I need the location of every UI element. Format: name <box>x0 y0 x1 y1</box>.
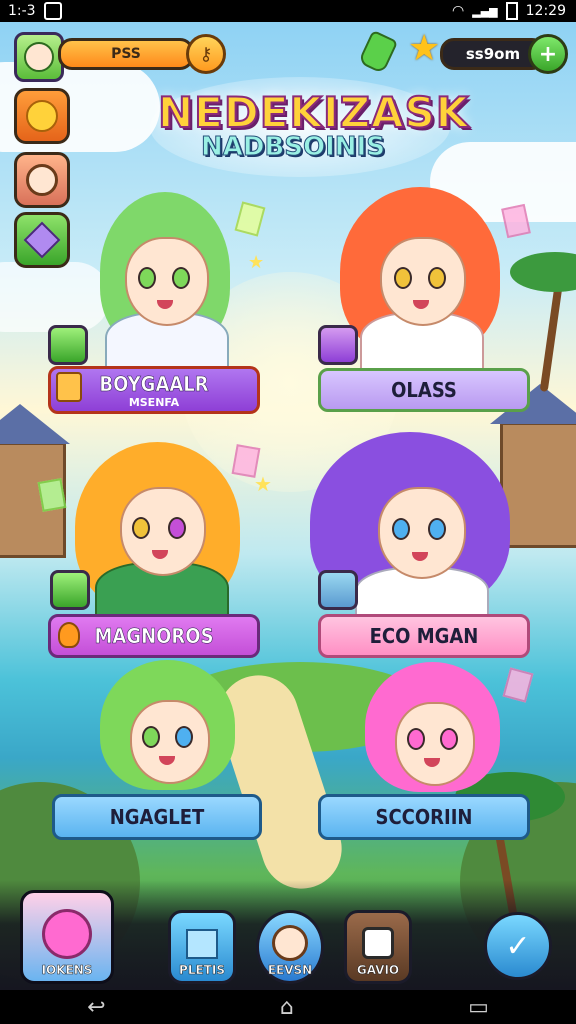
bottom-nav: IOKENS PLETIS EEVSN GAVIO ✓ <box>0 880 576 990</box>
character-4-eye <box>392 518 410 540</box>
character-5-eye <box>142 726 160 748</box>
card-icon <box>37 478 67 512</box>
character-2-badge <box>318 325 358 365</box>
nav-eevsn-button[interactable]: EEVSN <box>256 910 324 984</box>
key-icon: ⚷ <box>199 43 213 65</box>
nav-tokens-label: IOKENS <box>41 963 93 978</box>
checkmark-icon: ✓ <box>505 928 531 964</box>
character-1-name: BOYGAALR <box>99 371 209 396</box>
character-6-eye <box>440 728 458 750</box>
player-avatar[interactable] <box>14 32 64 82</box>
tokens-avatar-icon <box>42 909 92 959</box>
character-6-eye <box>407 728 425 750</box>
character-1-plate-icon <box>56 372 82 402</box>
character-3-name: MAGNOROS <box>94 624 214 649</box>
character-1-eye <box>172 267 190 289</box>
character-6[interactable] <box>360 662 510 802</box>
gift-icon <box>23 221 61 259</box>
character-5-eye <box>175 726 193 748</box>
game-title: NEDEKIZASK <box>157 87 470 138</box>
character-5-plate[interactable]: NGAGLET <box>52 794 262 840</box>
player-level-bar: PSS <box>58 38 194 70</box>
character-5[interactable] <box>95 660 245 800</box>
character-2-plate[interactable]: OLASS <box>318 368 530 412</box>
character-2-eye <box>394 267 412 289</box>
nav-gavio-label: GAVIO <box>356 963 400 978</box>
signal-icon: ▂▄▆ <box>472 4 498 18</box>
character-4-face <box>378 487 466 579</box>
sparkle-icon: ★ <box>248 252 265 273</box>
battery-icon <box>505 2 518 20</box>
add-currency-button[interactable]: + <box>528 34 568 74</box>
game-subtitle: NADBSOINIS <box>201 132 386 163</box>
nav-confirm-button[interactable]: ✓ <box>484 912 552 980</box>
currency-value: ss9om <box>465 45 521 63</box>
sparkle-icon: ★ <box>254 472 272 496</box>
player-bar-value: PSS <box>111 46 141 62</box>
character-3-eye <box>168 517 186 539</box>
character-2-name: OLASS <box>391 378 457 402</box>
notification-icon <box>43 2 62 20</box>
coin-shop-button[interactable] <box>14 88 70 144</box>
character-1-eye <box>138 267 156 289</box>
nav-tokens-button[interactable]: IOKENS <box>20 890 114 984</box>
character-3-badge <box>50 570 90 610</box>
status-bar: 1:-3 ◠ ▂▄▆ 12:29 <box>0 0 576 22</box>
character-4-name: ECO MGAN <box>369 624 479 648</box>
character-2-face <box>380 237 466 326</box>
back-icon[interactable]: ↩ <box>87 995 105 1020</box>
system-nav-bar: ↩ ⌂ ▭ <box>0 990 576 1024</box>
star-icon: ★ <box>408 28 441 69</box>
gift-button[interactable] <box>14 212 70 268</box>
character-3[interactable] <box>60 437 260 626</box>
game-scene: PSS ⚷ ★ ss9om + NEDEKIZASK NADBSOINIS BO… <box>0 22 576 990</box>
character-3-eye <box>132 517 150 539</box>
character-3-plate-icon <box>58 622 80 648</box>
nav-pletis-label: PLETIS <box>179 963 225 978</box>
card-icon <box>231 444 261 478</box>
key-button[interactable]: ⚷ <box>186 34 226 74</box>
nav-eevsn-label: EEVSN <box>267 963 313 978</box>
character-4-badge <box>318 570 358 610</box>
character-5-name: NGAGLET <box>109 805 205 829</box>
character-1-subtitle: MSENFA <box>128 395 180 409</box>
cards-icon <box>186 929 218 959</box>
home-icon[interactable]: ⌂ <box>280 995 294 1020</box>
coin-icon <box>26 100 58 132</box>
status-left-text: 1:-3 <box>8 3 36 19</box>
status-time: 12:29 <box>525 3 566 19</box>
character-2-eye <box>428 267 446 289</box>
recents-icon[interactable]: ▭ <box>468 995 489 1020</box>
potion-icon[interactable] <box>357 29 399 75</box>
nav-gavio-button[interactable]: GAVIO <box>344 910 412 984</box>
character-6-name: SCCORIIN <box>375 805 473 829</box>
character-4-eye <box>428 518 446 540</box>
settings-gear-icon <box>362 927 394 959</box>
friend-avatar-button[interactable] <box>14 152 70 208</box>
character-4-plate[interactable]: ECO MGAN <box>318 614 530 658</box>
plus-icon: + <box>538 41 558 67</box>
character-head-icon <box>272 925 308 961</box>
character-1[interactable] <box>70 182 260 376</box>
nav-pletis-button[interactable]: PLETIS <box>168 910 236 984</box>
character-6-plate[interactable]: SCCORIIN <box>318 794 530 840</box>
friend-avatar-icon <box>26 164 58 196</box>
wifi-icon: ◠ <box>452 3 465 19</box>
character-1-badge <box>48 325 88 365</box>
